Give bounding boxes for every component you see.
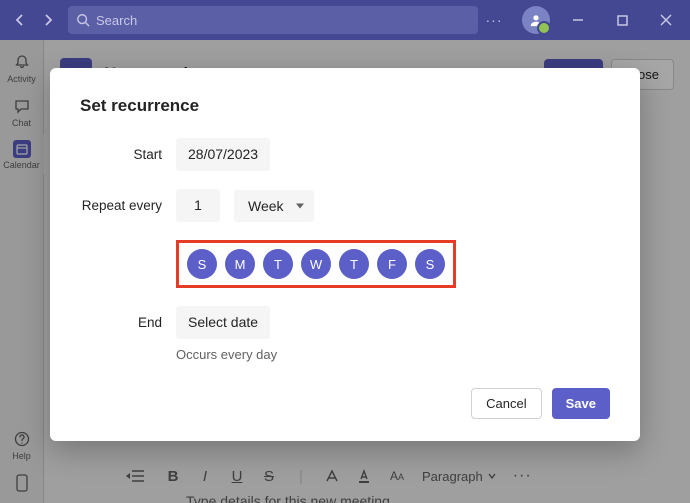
close-window-button[interactable]	[650, 4, 682, 36]
end-label: End	[80, 315, 162, 330]
more-options-button[interactable]: ···	[478, 4, 510, 36]
repeat-label: Repeat every	[80, 198, 162, 213]
recurrence-summary: Occurs every day	[176, 347, 610, 362]
day-tuesday[interactable]: T	[263, 249, 293, 279]
search-box[interactable]	[68, 6, 478, 34]
day-friday[interactable]: F	[377, 249, 407, 279]
modal-title: Set recurrence	[80, 96, 610, 116]
minimize-button[interactable]	[562, 4, 594, 36]
day-thursday[interactable]: T	[339, 249, 369, 279]
row-repeat: Repeat every 1 Week	[80, 189, 610, 222]
nav-back-button[interactable]	[8, 8, 32, 32]
start-label: Start	[80, 147, 162, 162]
cancel-button[interactable]: Cancel	[471, 388, 541, 419]
end-date-input[interactable]: Select date	[176, 306, 270, 339]
repeat-count-input[interactable]: 1	[176, 189, 220, 222]
row-start: Start 28/07/2023	[80, 138, 610, 171]
day-sunday[interactable]: S	[187, 249, 217, 279]
recurrence-modal: Set recurrence Start 28/07/2023 Repeat e…	[50, 68, 640, 441]
title-bar: ···	[0, 0, 690, 40]
nav-buttons	[8, 8, 60, 32]
search-icon	[76, 13, 90, 27]
days-of-week-group: S M T W T F S	[176, 240, 456, 288]
day-wednesday[interactable]: W	[301, 249, 331, 279]
save-button[interactable]: Save	[552, 388, 610, 419]
search-input[interactable]	[96, 13, 470, 28]
row-end: End Select date	[80, 306, 610, 339]
modal-overlay: Set recurrence Start 28/07/2023 Repeat e…	[0, 40, 690, 503]
start-date-input[interactable]: 28/07/2023	[176, 138, 270, 171]
repeat-unit-value: Week	[248, 198, 284, 214]
maximize-button[interactable]	[606, 4, 638, 36]
user-avatar[interactable]	[522, 6, 550, 34]
repeat-unit-select[interactable]: Week	[234, 190, 314, 222]
nav-forward-button[interactable]	[36, 8, 60, 32]
modal-actions: Cancel Save	[80, 388, 610, 419]
day-monday[interactable]: M	[225, 249, 255, 279]
day-saturday[interactable]: S	[415, 249, 445, 279]
